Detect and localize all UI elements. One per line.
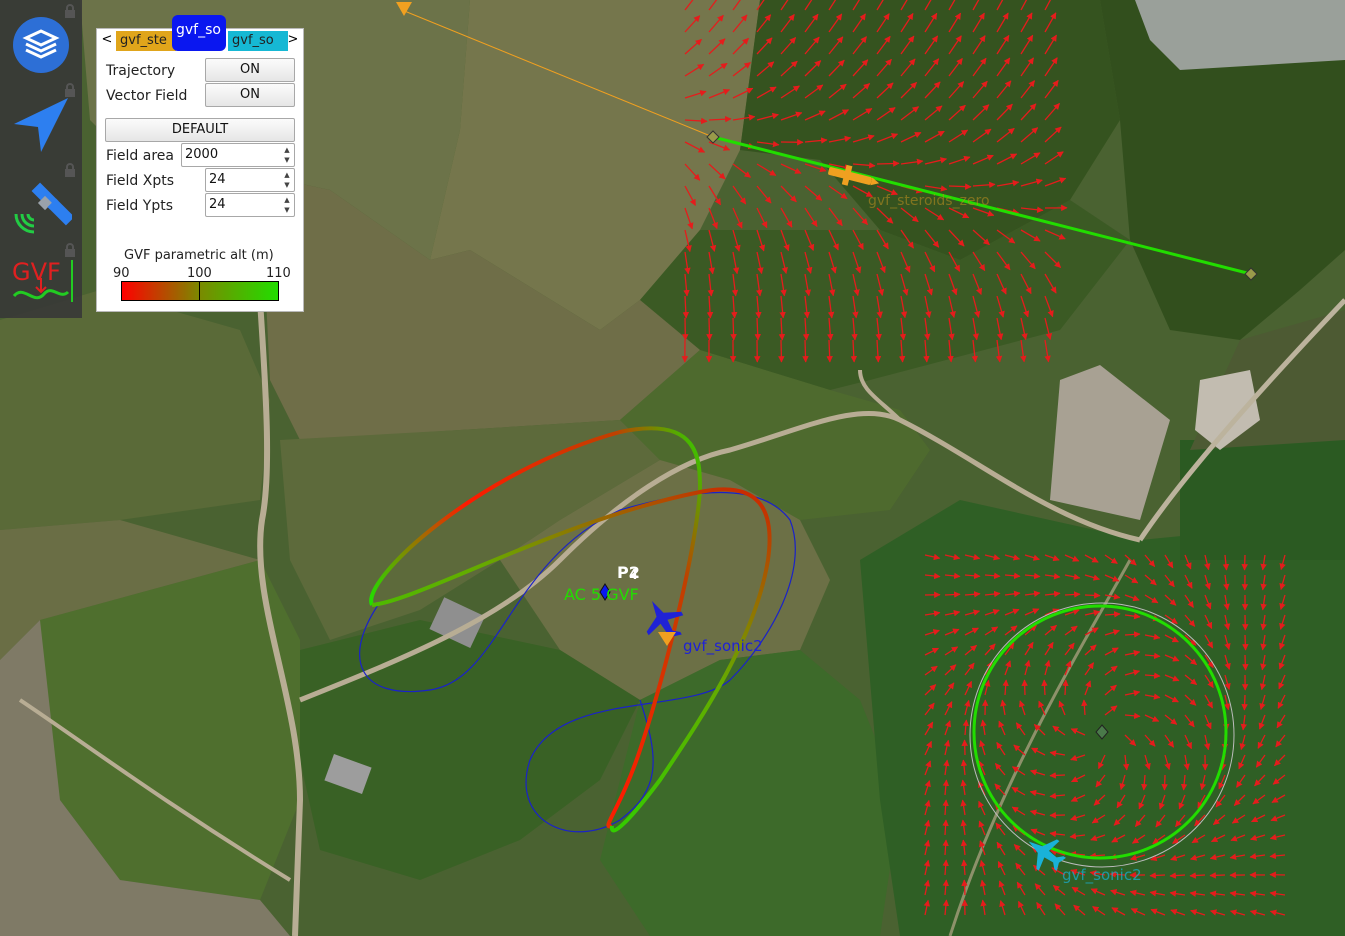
satellite-icon[interactable] — [10, 176, 75, 238]
spin-down-icon[interactable]: ▼ — [281, 155, 293, 165]
colorbar — [121, 281, 279, 301]
vector-field-arrow — [961, 879, 968, 896]
spin-up-icon[interactable]: ▲ — [281, 195, 293, 205]
gvf-icon-text: GVF — [12, 258, 61, 286]
spin-up-icon[interactable]: ▲ — [281, 170, 293, 180]
vector-field-arrow — [1161, 774, 1168, 791]
vector-field-arrow — [1041, 679, 1048, 696]
vector-field-arrow — [730, 317, 737, 341]
gvf-settings-panel: < gvf_ste gvf_so gvf_so > Trajectory ON … — [96, 15, 304, 312]
tab-gvf-steroids[interactable]: gvf_ste — [116, 31, 176, 51]
field-ypts-input[interactable] — [209, 195, 269, 213]
default-button[interactable]: DEFAULT — [105, 118, 295, 142]
colorbar-title: GVF parametric alt (m) — [124, 248, 274, 263]
spin-down-icon[interactable]: ▼ — [281, 180, 293, 190]
vector-field-toggle[interactable]: ON — [205, 83, 295, 107]
vector-field-arrow — [826, 339, 833, 363]
lock-icon — [64, 3, 76, 18]
lock-icon — [64, 162, 76, 177]
vector-field-arrow — [1209, 872, 1226, 879]
field-area-spinbox[interactable]: ▲ ▼ — [181, 143, 295, 167]
ac-label: AC 5 GVF — [564, 585, 639, 604]
aircraft-sonic2-b-label: gvf_sonic2 — [1062, 866, 1142, 885]
vector-field-arrow — [876, 160, 900, 167]
tab-gvf-sonic2-b[interactable]: gvf_so — [228, 31, 288, 51]
spin-up-icon[interactable]: ▲ — [281, 145, 293, 155]
vector-field-arrow — [1062, 679, 1069, 696]
vector-field-arrow — [1242, 654, 1249, 671]
tab-next-button[interactable]: > — [286, 31, 300, 49]
vector-field-arrow — [706, 317, 713, 341]
aircraft-tabs: < gvf_ste gvf_so gvf_so > — [97, 15, 303, 51]
gvf-icon[interactable]: GVF — [8, 254, 73, 316]
colorbar-max-label: 110 — [266, 266, 291, 281]
aircraft-sonic2-label: gvf_sonic2 — [683, 637, 763, 656]
lock-icon — [64, 82, 76, 97]
lock-icon — [64, 242, 76, 257]
vector-field-arrow — [1021, 679, 1028, 696]
vector-field-arrow — [1189, 872, 1206, 879]
left-toolbar: GVF — [0, 0, 82, 318]
field-ypts-spinbox[interactable]: ▲ ▼ — [205, 193, 295, 217]
field-area-label: Field area — [106, 148, 174, 164]
vector-field-arrow — [1149, 872, 1166, 879]
vector-field-label: Vector Field — [106, 88, 188, 104]
colorbar-min-label: 90 — [113, 266, 130, 281]
vector-field-arrow — [802, 339, 809, 363]
tab-prev-button[interactable]: < — [100, 31, 114, 49]
colorbar-mid-label: 100 — [187, 266, 212, 281]
trajectory-label: Trajectory — [106, 63, 176, 79]
trajectory-toggle[interactable]: ON — [205, 58, 295, 82]
vector-field-arrow — [944, 591, 961, 598]
vector-field-arrow — [1241, 694, 1248, 711]
vector-field-arrow — [1242, 634, 1249, 651]
field-area-input[interactable] — [185, 145, 259, 163]
navigation-icon[interactable] — [10, 94, 72, 156]
vector-field-arrow — [1064, 591, 1081, 598]
vector-field-arrow — [948, 183, 972, 190]
field-xpts-input[interactable] — [209, 170, 269, 188]
spin-down-icon[interactable]: ▼ — [281, 205, 293, 215]
waypoint-4-label: 4 — [629, 568, 638, 583]
vector-field-arrow — [1084, 592, 1101, 599]
aircraft-steroids-label: gvf_steroids_zero — [868, 193, 990, 209]
field-ypts-label: Field Ypts — [106, 198, 173, 214]
field-xpts-label: Field Xpts — [106, 173, 175, 189]
layers-icon[interactable] — [10, 14, 72, 76]
field-xpts-spinbox[interactable]: ▲ ▼ — [205, 168, 295, 192]
vector-field-arrow — [1049, 772, 1066, 779]
colorbar-tick — [199, 282, 200, 300]
tab-gvf-sonic2[interactable]: gvf_so — [172, 15, 226, 51]
